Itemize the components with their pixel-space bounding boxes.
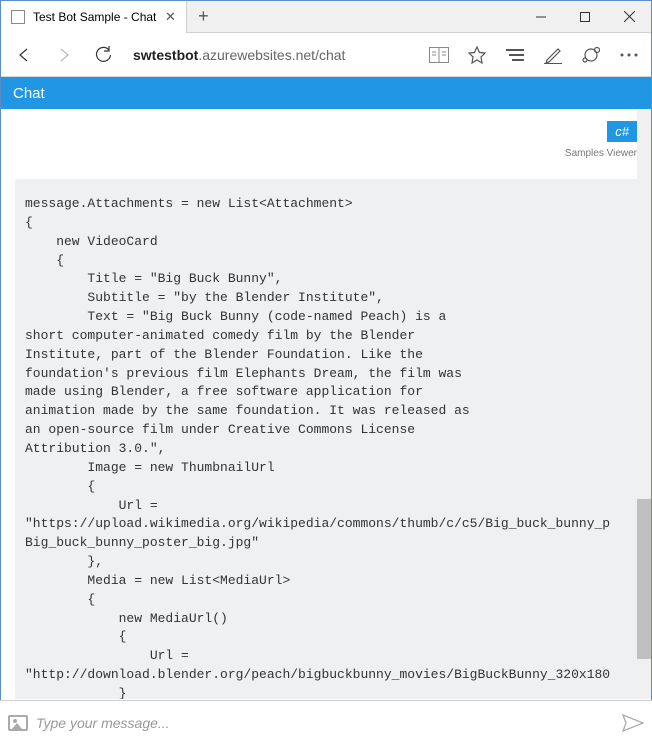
message-input[interactable] — [36, 715, 614, 731]
scrollbar[interactable] — [637, 109, 651, 699]
more-icon[interactable] — [611, 37, 647, 73]
browser-toolbar: swtestbot.azurewebsites.net/chat — [1, 33, 651, 77]
url-host: swtestbot — [133, 47, 198, 63]
code-sample: message.Attachments = new List<Attachmen… — [15, 179, 637, 699]
send-icon[interactable] — [622, 714, 644, 732]
favorite-icon[interactable] — [459, 37, 495, 73]
samples-viewer-label: Samples Viewer — [565, 148, 637, 159]
close-tab-icon[interactable]: ✕ — [164, 11, 176, 23]
address-bar[interactable]: swtestbot.azurewebsites.net/chat — [125, 41, 419, 69]
refresh-button[interactable] — [85, 36, 123, 74]
content-area: c# Samples Viewer message.Attachments = … — [1, 109, 651, 699]
reading-view-icon[interactable] — [421, 37, 457, 73]
scroll-thumb[interactable] — [637, 499, 651, 659]
window-maximize-button[interactable] — [563, 1, 607, 33]
csharp-badge[interactable]: c# — [607, 121, 637, 142]
hub-icon[interactable] — [497, 37, 533, 73]
tab-favicon — [11, 10, 25, 24]
message-input-bar — [0, 700, 652, 744]
attach-image-icon[interactable] — [8, 715, 28, 731]
url-path: /chat — [315, 47, 345, 63]
new-tab-button[interactable]: + — [187, 1, 219, 33]
share-icon[interactable] — [573, 37, 609, 73]
forward-button[interactable] — [45, 36, 83, 74]
page-title: Chat — [13, 85, 45, 102]
samples-badge-area: c# Samples Viewer — [565, 121, 637, 159]
window-minimize-button[interactable] — [519, 1, 563, 33]
tab-title: Test Bot Sample - Chat — [33, 10, 156, 24]
window-titlebar: Test Bot Sample - Chat ✕ + — [1, 1, 651, 33]
notes-icon[interactable] — [535, 37, 571, 73]
back-button[interactable] — [5, 36, 43, 74]
browser-tab[interactable]: Test Bot Sample - Chat ✕ — [1, 1, 187, 33]
url-domain: .azurewebsites.net — [198, 47, 315, 63]
page-header: Chat — [1, 77, 651, 109]
window-close-button[interactable] — [607, 1, 651, 33]
